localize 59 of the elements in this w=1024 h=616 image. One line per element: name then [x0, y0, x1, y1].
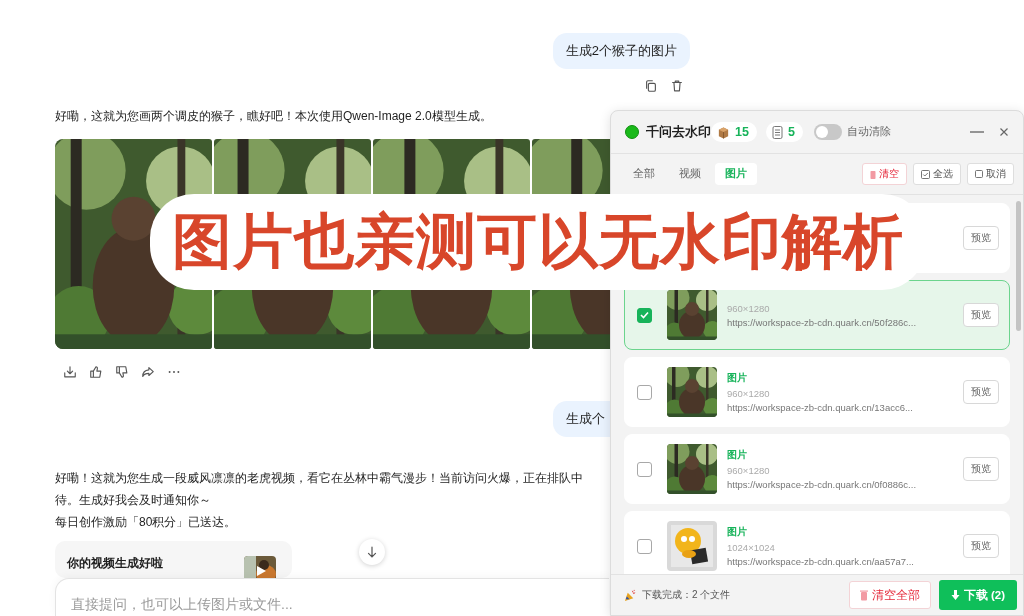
- checkbox[interactable]: [637, 461, 652, 477]
- panel-action-button[interactable]: 清空: [862, 163, 907, 185]
- trash-icon: [870, 169, 876, 179]
- panel-action-button[interactable]: 全选: [913, 163, 961, 185]
- file-card[interactable]: 图片 960×1280 https://workspace-zb-cdn.quark.cn/0f0886c... 预览: [624, 434, 1010, 504]
- reply-text: 好嘞！这就为您生成一段威风凛凛的老虎视频，看它在丛林中霸气漫步！当前访问火爆，正在排队中: [55, 470, 583, 487]
- file-dimensions: 960×1280: [727, 302, 771, 314]
- document-icon: [771, 125, 783, 139]
- file-card[interactable]: 图片 1024×1024 https://workspace-zb-cdn.quark.cn/aa57a7... 预览: [624, 511, 1010, 574]
- trash-icon: [859, 589, 868, 601]
- checkbox-icon: [921, 169, 930, 179]
- square-icon: [975, 170, 983, 178]
- trash-icon[interactable]: [670, 79, 684, 93]
- thumbs-down-icon[interactable]: [115, 365, 129, 379]
- preview-button[interactable]: 预览: [963, 457, 999, 481]
- file-type: 图片: [727, 371, 748, 385]
- download-icon[interactable]: [63, 365, 77, 379]
- reply-text: 待。生成好我会及时通知你～: [55, 492, 211, 509]
- scroll-down-button[interactable]: [359, 539, 385, 565]
- file-dimensions: 960×1280: [727, 465, 771, 476]
- video-card[interactable]: 你的视频生成好啦: [55, 541, 292, 578]
- reply-text: 每日创作激励「80积分」已送达。: [55, 514, 237, 531]
- file-url: https://workspace-zb-cdn.quark.cn/aa57a7...: [727, 556, 915, 567]
- auto-clear-toggle[interactable]: [813, 124, 842, 140]
- message-input[interactable]: 直接提问，也可以上传图片或文件...: [71, 596, 471, 612]
- preview-button[interactable]: 预览: [963, 380, 999, 404]
- preview-button[interactable]: 预览: [963, 303, 999, 327]
- download-status: 下载完成：2 个文件: [642, 588, 731, 602]
- user-message: 生成2个猴子的图片: [552, 33, 690, 69]
- preview-button[interactable]: 预览: [963, 226, 999, 250]
- panel-action-button[interactable]: 取消: [967, 163, 1014, 185]
- file-dimensions: 1024×1024: [727, 542, 776, 553]
- checkbox[interactable]: [637, 384, 652, 400]
- share-icon[interactable]: [141, 365, 155, 379]
- file-url: https://workspace-zb-cdn.quark.cn/0f0886c...: [727, 479, 918, 490]
- counter-badge: 5: [765, 122, 803, 142]
- counter-badge: 15: [711, 122, 757, 142]
- panel-title: 千问去水印: [646, 123, 711, 141]
- file-url: https://workspace-zb-cdn.quark.cn/13acc6...: [727, 402, 914, 413]
- box-icon: [717, 125, 730, 139]
- reply-text: 好嘞，这就为您画两个调皮的猴子，瞧好吧！本次使用Qwen-Image 2.0模型生成。: [55, 108, 492, 125]
- arrow-down-icon: [365, 545, 379, 559]
- video-card-title: 你的视频生成好啦: [67, 555, 163, 571]
- file-card[interactable]: 图片 960×1280 https://workspace-zb-cdn.quark.cn/13acc6... 预览: [624, 357, 1010, 427]
- status-dot: [625, 125, 639, 139]
- checkbox[interactable]: [637, 538, 652, 554]
- scrollbar[interactable]: [1016, 201, 1021, 331]
- download-arrow-icon: [950, 589, 960, 601]
- clear-all-button[interactable]: 清空全部: [848, 581, 931, 609]
- thumbs-up-icon[interactable]: [89, 365, 103, 379]
- file-type: 图片: [727, 448, 748, 462]
- auto-clear-label: 自动清除: [846, 125, 891, 139]
- copy-icon[interactable]: [644, 79, 658, 93]
- file-url: https://workspace-zb-cdn.quark.cn/50f286c...: [727, 316, 918, 328]
- party-popper-icon: [624, 588, 637, 602]
- file-type: 图片: [727, 525, 748, 539]
- preview-button[interactable]: 预览: [963, 534, 999, 558]
- close-icon: [999, 126, 1009, 137]
- file-dimensions: 960×1280: [727, 388, 771, 399]
